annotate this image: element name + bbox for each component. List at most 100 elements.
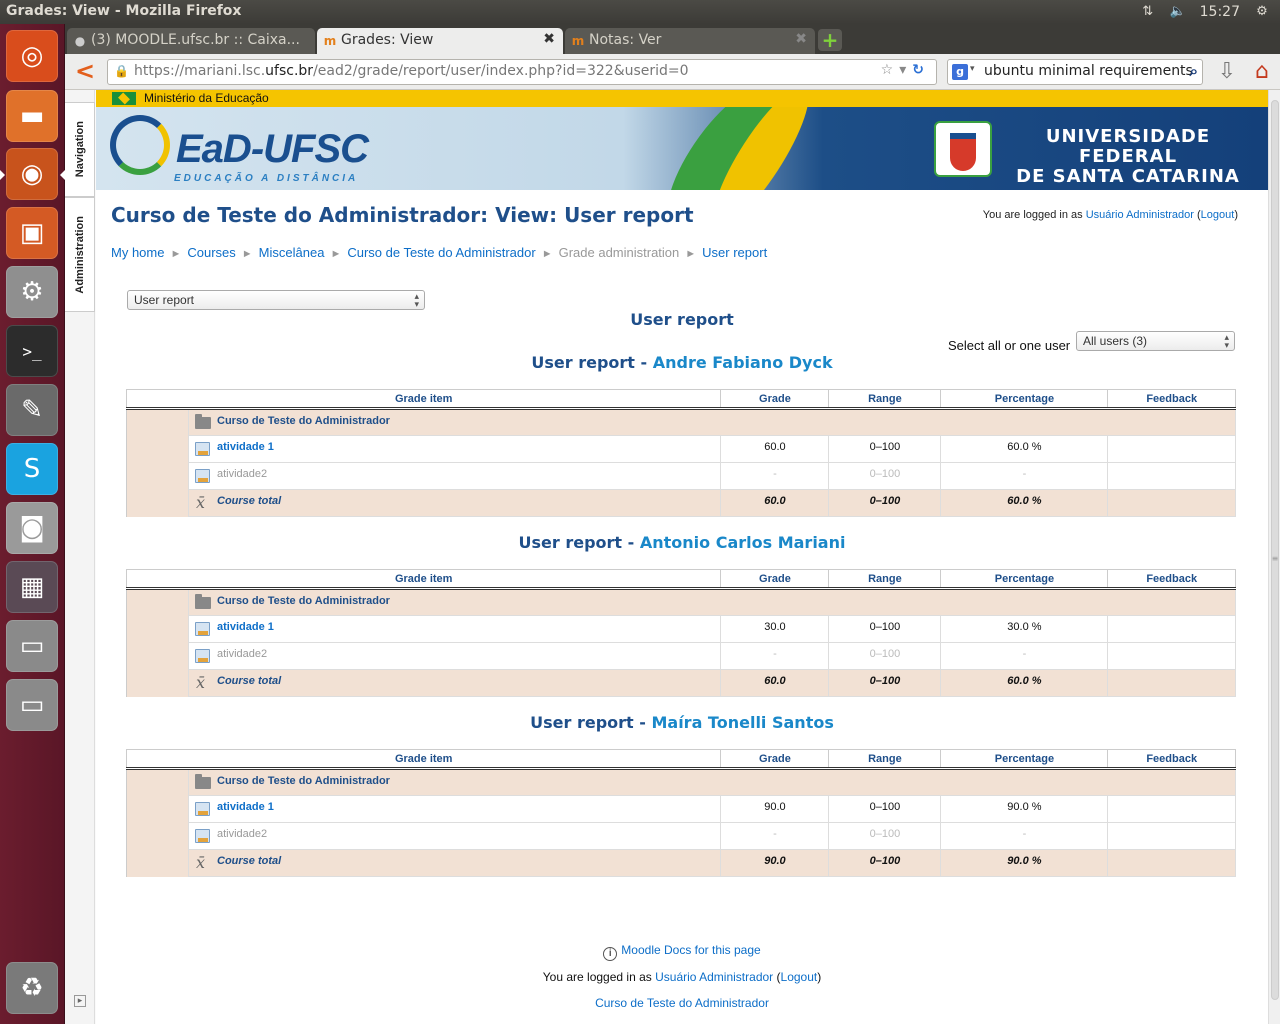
firefox-window: ● (3) MOODLE.ufsc.br :: Caixa... m Grade… (65, 24, 1280, 1024)
engine-dropdown-icon[interactable]: ▾ (970, 64, 975, 74)
administration-dock-tab[interactable]: Administration (65, 197, 95, 312)
logout-link[interactable]: Logout (1201, 209, 1235, 221)
skype-icon[interactable]: S (6, 443, 58, 495)
text-editor-icon[interactable]: ✎ (6, 384, 58, 436)
col-feedback: Feedback (1107, 569, 1236, 590)
category-name: Curso de Teste do Administrador (217, 775, 390, 787)
select-arrows-icon: ▴ ▾ (1224, 332, 1229, 350)
student-link[interactable]: Antonio Carlos Mariani (640, 533, 846, 552)
search-icon[interactable]: ⌕ (1190, 62, 1198, 80)
undock-icon[interactable]: ▸ (74, 995, 86, 1007)
tab-label: (3) MOODLE.ufsc.br :: Caixa... (91, 32, 300, 48)
drive-icon-2[interactable]: ▭ (6, 679, 58, 731)
ubuntu-dash-icon[interactable]: ◎ (6, 30, 58, 82)
feedback-cell (1107, 822, 1236, 850)
col-grade-item: Grade item (125, 389, 722, 410)
page-scrollbar[interactable]: ≡ (1268, 90, 1280, 1024)
tab-label: Grades: View (341, 32, 434, 48)
category-row: Curso de Teste do Administrador (126, 408, 1236, 517)
report-prefix: User report - (518, 533, 640, 552)
grade-item-link[interactable]: atividade 1 (217, 621, 274, 633)
breadcrumb-user-report[interactable]: User report (702, 245, 767, 260)
camera-icon[interactable]: ◙ (6, 502, 58, 554)
grade-item-link[interactable]: atividade 1 (217, 441, 274, 453)
moodle-icon: m (323, 34, 337, 48)
grade-item-label: atividade2 (217, 468, 268, 480)
category-row: Curso de Teste do Administrador (126, 588, 1236, 697)
folder-icon (195, 774, 211, 789)
grade-item-label: atividade2 (217, 828, 268, 840)
breadcrumb-miscelanea[interactable]: Miscelânea (259, 245, 325, 260)
close-tab-icon[interactable]: ✖ (543, 31, 555, 47)
feedback-cell (1107, 489, 1236, 517)
drive-icon[interactable]: ▭ (6, 620, 58, 672)
breadcrumb-my-home[interactable]: My home (111, 245, 164, 260)
breadcrumb: My home ► Courses ► Miscelânea ► Curso de Test… (111, 245, 767, 260)
volume-icon[interactable]: 🔈 (1170, 4, 1186, 20)
download-icon[interactable]: ⇩ (1215, 59, 1239, 85)
reload-icon[interactable]: ↻ (912, 62, 930, 78)
bookmark-star-icon[interactable]: ☆ (881, 62, 900, 78)
feedback-cell (1107, 669, 1236, 697)
breadcrumb-courses[interactable]: Courses (187, 245, 235, 260)
scrollbar-grip-icon: ≡ (1271, 554, 1279, 563)
table-row: atividade2 - 0–100 - (127, 642, 1236, 670)
close-tab-icon[interactable]: ✖ (795, 31, 807, 47)
select-user-dropdown[interactable]: All users (3) ▴ ▾ (1076, 331, 1235, 351)
footer-course-link[interactable]: Curso de Teste do Administrador (595, 996, 769, 1010)
tab-bar: ● (3) MOODLE.ufsc.br :: Caixa... m Grade… (65, 24, 1280, 54)
scrollbar-thumb[interactable] (1271, 100, 1279, 1000)
student-link[interactable]: Maíra Tonelli Santos (651, 713, 833, 732)
tab-notas-ver[interactable]: m Notas: Ver ✖ (565, 28, 815, 54)
course-total-label: Course total (217, 855, 282, 867)
footer-user-link[interactable]: Usuário Administrador (655, 970, 773, 984)
network-icon[interactable]: ⇅ (1140, 4, 1156, 20)
percentage-cell: - (940, 822, 1109, 850)
power-gear-icon[interactable]: ⚙ (1254, 4, 1270, 20)
grade-item-label: atividade2 (217, 648, 268, 660)
navigation-dock-tab[interactable]: Navigation (65, 102, 95, 197)
files-icon[interactable]: ▬ (6, 90, 58, 142)
percentage-cell: 60.0 % (940, 669, 1109, 697)
percentage-cell: 30.0 % (940, 615, 1109, 643)
course-total-row: x̄ Course total 60.0 0–100 60.0 % (127, 669, 1236, 697)
terminal-icon[interactable]: >_ (6, 325, 58, 377)
ministerio-label: Ministério da Educação (144, 91, 269, 105)
google-icon[interactable]: g (952, 64, 968, 80)
moodle-docs-link[interactable]: Moodle Docs for this page (621, 943, 760, 957)
assignment-icon (195, 622, 210, 636)
url-bar[interactable]: 🔒 https://mariani.lsc.ufsc.br/ead2/grade… (107, 59, 937, 85)
new-tab-button[interactable]: + (818, 29, 842, 51)
tab-moodle-caixa[interactable]: ● (3) MOODLE.ufsc.br :: Caixa... (67, 28, 315, 54)
breadcrumb-course[interactable]: Curso de Teste do Administrador (347, 245, 535, 260)
software-center-icon[interactable]: ▣ (6, 207, 58, 259)
grade-item-cell: atividade 1 (187, 615, 722, 643)
ead-logo[interactable]: EaD-UFSC (176, 127, 369, 172)
workspace-switcher-icon[interactable]: ▦ (6, 561, 58, 613)
student-link[interactable]: Andre Fabiano Dyck (653, 353, 833, 372)
clock[interactable]: 15:27 (1200, 4, 1240, 20)
course-total-row: x̄ Course total 60.0 0–100 60.0 % (127, 489, 1236, 517)
user-report-heading: User report - Andre Fabiano Dyck (96, 353, 1268, 372)
site-banner: EaD-UFSC EDUCAÇÃO A DISTÂNCIA UNIVERSIDA… (96, 107, 1268, 190)
footer-logout-link[interactable]: Logout (781, 970, 818, 984)
user-report-heading: User report - Maíra Tonelli Santos (96, 713, 1268, 732)
back-button[interactable]: < (71, 58, 99, 86)
home-icon[interactable]: ⌂ (1249, 59, 1275, 85)
system-settings-icon[interactable]: ⚙ (6, 266, 58, 318)
report-type-select[interactable]: User report ▴ ▾ (127, 290, 425, 310)
search-bar[interactable]: g ▾ ubuntu minimal requirements ⌕ (947, 59, 1203, 85)
page-viewport: Navigation Administration ▸ Ministério d… (65, 90, 1280, 1024)
moodle-icon: m (571, 34, 585, 48)
folder-icon (195, 594, 211, 609)
lock-icon[interactable]: 🔒 (114, 64, 129, 78)
trash-icon[interactable]: ♻ (6, 962, 58, 1014)
user-link[interactable]: Usuário Administrador (1086, 209, 1194, 221)
grade-item-link[interactable]: atividade 1 (217, 801, 274, 813)
table-row: atividade 1 90.0 0–100 90.0 % (127, 795, 1236, 823)
tab-grades-view[interactable]: m Grades: View ✖ (317, 28, 563, 54)
history-dropdown-icon[interactable]: ▾ (899, 62, 912, 78)
course-total-row: x̄ Course total 90.0 0–100 90.0 % (127, 849, 1236, 877)
firefox-icon[interactable]: ◉ (0, 148, 65, 200)
breadcrumb-sep-icon: ► (241, 248, 253, 260)
